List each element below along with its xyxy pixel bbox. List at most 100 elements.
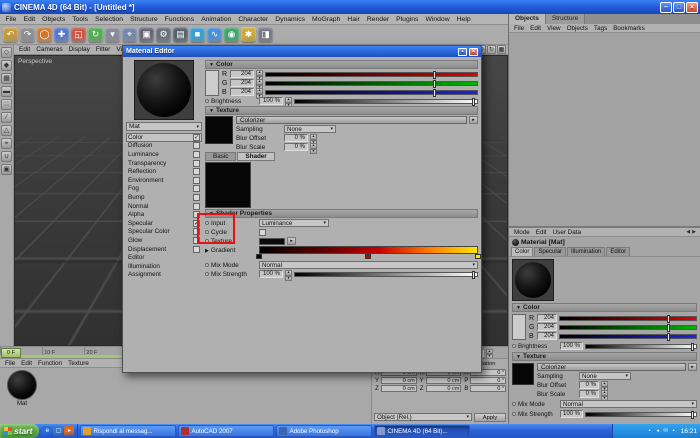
g-slider[interactable] [265,79,478,88]
menu-dynamics[interactable]: Dynamics [272,16,309,23]
slider-handle[interactable] [667,332,671,341]
add-light-icon[interactable]: ✱ [241,27,256,42]
show-desktop-icon[interactable]: ▢ [53,426,64,436]
channel-luminance[interactable]: Luminance [126,150,202,159]
tray-indicator-4-icon[interactable]: ▪ [670,427,678,435]
coord-field-size-y[interactable]: 0 cm [425,377,462,384]
attr-b-slider[interactable] [559,332,697,341]
attr-r-slider[interactable] [559,314,697,323]
objects-menu-edit[interactable]: Edit [527,25,544,32]
attributes-menu-edit[interactable]: Edit [533,229,550,236]
material-editor-titlebar[interactable]: Material Editor ▪ × [123,46,481,57]
attr-texture-thumbnail[interactable] [512,363,534,385]
menu-help[interactable]: Help [453,16,474,23]
points-mode-icon[interactable]: ∷ [1,99,12,110]
texture-mode-icon[interactable]: ▦ [1,73,12,84]
history-forward-icon[interactable]: ▶ [692,229,698,235]
render-settings-icon[interactable]: ⚙ [156,27,171,42]
channel-checkbox[interactable] [193,211,200,219]
channel-checkbox[interactable] [193,159,200,167]
slider-handle[interactable] [667,314,671,323]
attr-blur-offset-field[interactable]: 0 % [579,381,599,389]
taskbar-item-autocad-2007[interactable]: AutoCAD 2007 [178,425,275,437]
tray-indicator-2-icon[interactable]: ◂ [654,427,662,435]
objects-menu-file[interactable]: File [511,25,527,32]
gradient-knot[interactable] [475,254,481,259]
attr-r-field[interactable]: 204 [537,314,557,322]
channel-specular[interactable]: Specular ✓ [126,219,202,228]
channel-alpha[interactable]: Alpha [126,210,202,219]
add-camera-icon[interactable]: ◨ [258,27,273,42]
channel-bump[interactable]: Bump [126,193,202,202]
b-stepper[interactable]: ▲ ▼ [256,88,263,99]
channel-checkbox[interactable] [193,142,200,150]
attr-color-section-header[interactable]: ▼ Color [512,303,697,312]
channel-color[interactable]: Color ✓ [126,133,202,142]
slider-handle[interactable] [472,97,475,106]
anim-dot-icon[interactable] [205,272,209,276]
channel-checkbox[interactable] [193,202,200,210]
render-picture-viewer-icon[interactable]: ▤ [173,27,188,42]
mix-strength-stepper[interactable]: ▲ ▼ [285,270,292,281]
toggle-view-icon[interactable]: ▦ [497,45,506,54]
rotate-view-icon[interactable]: ↻ [487,45,496,54]
channel-illumination[interactable]: Illumination [126,262,202,271]
g-stepper[interactable]: ▲ ▼ [256,79,263,90]
viewport-menu-cameras[interactable]: Cameras [33,46,65,53]
apply-button[interactable]: Apply [474,413,506,422]
attr-texture-section-header[interactable]: ▼ Texture [512,352,697,361]
media-player-icon[interactable]: ▸ [64,426,75,436]
attr-brightness-field[interactable]: 100 % [560,342,584,350]
color-section-header[interactable]: ▼ Color [205,60,478,69]
coord-field-size-z[interactable]: 0 cm [425,385,462,392]
r-slider[interactable] [265,70,478,79]
channel-checkbox[interactable] [193,245,200,253]
menu-structure[interactable]: Structure [127,16,162,23]
tab-structure[interactable]: Structure [545,14,586,24]
channel-checkbox[interactable] [193,176,200,184]
material-preview[interactable] [134,60,194,120]
r-stepper[interactable]: ▲ ▼ [256,70,263,81]
menu-edit[interactable]: Edit [20,16,39,23]
snap-icon[interactable]: ∪ [1,151,12,162]
anim-dot-icon[interactable] [205,239,209,243]
channel-glow[interactable]: Glow [126,236,202,245]
lock-icon[interactable]: ▣ [1,164,12,175]
anim-dot-icon[interactable] [205,221,209,225]
menu-mograph[interactable]: MoGraph [309,16,344,23]
g-field[interactable]: 204 [230,79,254,87]
attr-tab-illumination[interactable]: Illumination [567,247,606,256]
channel-displacement[interactable]: Displacement [126,245,202,254]
timeline-end-stepper[interactable]: ▲ ▼ [486,348,493,360]
mix-mode-select[interactable]: Normal ▾ [259,261,478,269]
objects-menu-view[interactable]: View [544,25,564,32]
channel-editor[interactable]: Editor [126,253,202,262]
attr-blur-scale-stepper[interactable]: ▲ ▼ [601,390,608,401]
menu-tools[interactable]: Tools [69,16,92,23]
attr-b-field[interactable]: 204 [537,332,557,340]
menu-render[interactable]: Render [363,16,392,23]
brightness-slider[interactable] [294,97,478,106]
render-view-icon[interactable]: ▣ [139,27,154,42]
channel-checkbox[interactable] [193,150,200,158]
channel-checkbox[interactable] [193,236,200,244]
channel-environment[interactable]: Environment [126,176,202,185]
channel-fog[interactable]: Fog [126,185,202,194]
maximize-button[interactable]: □ [673,1,685,13]
materials-menu-file[interactable]: File [2,360,18,367]
dialog-pin-button[interactable]: ▪ [458,47,467,56]
attr-material-preview[interactable] [512,259,554,301]
texture-popup-button[interactable]: ▸ [469,116,478,124]
channel-checkbox[interactable] [193,193,200,201]
attr-tab-color[interactable]: Color [511,247,534,256]
channel-assignment[interactable]: Assignment [126,271,202,280]
mix-strength-field[interactable]: 100 % [259,270,283,278]
coord-field-position-y[interactable]: 0 cm [381,377,417,384]
slider-handle[interactable] [691,410,694,419]
close-button[interactable]: × [686,1,698,13]
slider-handle[interactable] [691,342,694,351]
attributes-menu-mode[interactable]: Mode [511,229,533,236]
make-editable-icon[interactable]: ◇ [1,47,12,58]
channel-checkbox[interactable]: ✓ [193,219,200,227]
start-button[interactable]: start [0,424,40,438]
